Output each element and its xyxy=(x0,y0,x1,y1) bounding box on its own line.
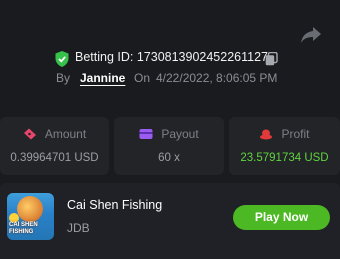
copy-icon[interactable] xyxy=(265,52,278,66)
profit-label: Profit xyxy=(281,127,310,141)
on-label: On xyxy=(134,71,151,85)
game-card: CAI SHEN FISHING Cai Shen Fishing JDB Pl… xyxy=(0,183,340,259)
game-thumbnail[interactable]: CAI SHEN FISHING xyxy=(7,193,54,240)
betting-id: Betting ID: 1730813902452261127 xyxy=(75,50,268,64)
shield-check-icon xyxy=(55,51,69,67)
bet-date: 4/22/2022, 8:06:05 PM xyxy=(156,71,278,85)
character-art xyxy=(17,196,43,222)
card-icon xyxy=(139,129,153,139)
thumbnail-logo-text: CAI SHEN FISHING xyxy=(9,222,38,235)
stat-card-payout: Payout 60 x xyxy=(114,117,224,175)
game-provider: JDB xyxy=(67,221,90,235)
user-link[interactable]: Jannine xyxy=(80,71,125,85)
payout-value: 60 x xyxy=(158,152,180,164)
game-title: Cai Shen Fishing xyxy=(67,198,163,212)
stat-card-amount: Amount 0.39964701 USD xyxy=(0,117,109,175)
play-now-button[interactable]: Play Now xyxy=(233,205,330,230)
ticket-icon xyxy=(23,128,36,140)
profit-value: 23.5791734 USD xyxy=(240,152,329,164)
payout-label: Payout xyxy=(161,127,199,141)
amount-label: Amount xyxy=(44,127,87,141)
amount-value: 0.39964701 USD xyxy=(10,152,99,164)
coins-icon xyxy=(260,129,273,140)
bet-header: Betting ID: 1730813902452261127 xyxy=(0,48,340,68)
by-label: By xyxy=(56,71,71,85)
bet-meta: By Jannine On 4/22/2022, 8:06:05 PM xyxy=(0,71,340,87)
stat-card-profit: Profit 23.5791734 USD xyxy=(229,117,340,175)
share-icon[interactable] xyxy=(299,24,323,46)
